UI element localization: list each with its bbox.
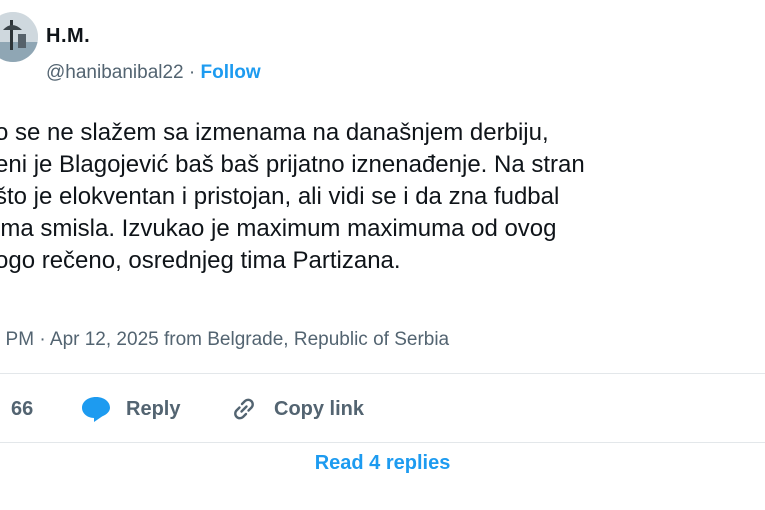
divider bbox=[0, 442, 765, 443]
reply-label: Reply bbox=[126, 397, 181, 420]
tweet-text-line: o se ne slažem sa izmenama na današnjem … bbox=[0, 119, 549, 146]
reply-bubble-icon bbox=[82, 397, 110, 422]
link-icon bbox=[234, 398, 254, 420]
tweet-text-line: ima smisla. Izvukao je maximum maximuma … bbox=[0, 215, 557, 242]
divider bbox=[0, 373, 765, 374]
tweet-text-line: što je elokventan i pristojan, ali vidi … bbox=[0, 183, 560, 210]
author-name[interactable]: H.M. bbox=[46, 25, 90, 48]
copy-link-button[interactable]: Copy link bbox=[228, 390, 364, 428]
tweet-timestamp-location[interactable]: . PM · Apr 12, 2025 from Belgrade, Repub… bbox=[0, 329, 449, 351]
author-handle-row: @hanibanibal22 · Follow bbox=[46, 62, 261, 84]
tweet-embed: H.M. @hanibanibal22 · Follow o se ne sla… bbox=[0, 0, 765, 510]
tweet-text: o se ne slažem sa izmenama na današnjem … bbox=[0, 117, 765, 277]
action-bar: 66 Reply Copy link bbox=[0, 390, 765, 428]
tweet-text-line: ogo rečeno, osrednjeg tima Partizana. bbox=[0, 247, 401, 274]
tweet-text-line: eni je Blagojević baš baš prijatno iznen… bbox=[0, 151, 585, 178]
author-handle[interactable]: @hanibanibal22 bbox=[46, 62, 184, 83]
copy-link-label: Copy link bbox=[274, 397, 365, 420]
read-replies-button[interactable]: Read 4 replies bbox=[0, 452, 765, 475]
reply-button[interactable]: Reply bbox=[80, 390, 180, 428]
like-count[interactable]: 66 bbox=[11, 390, 33, 428]
avatar[interactable] bbox=[0, 12, 38, 62]
handle-separator: · bbox=[188, 62, 196, 83]
follow-button[interactable]: Follow bbox=[201, 62, 261, 83]
